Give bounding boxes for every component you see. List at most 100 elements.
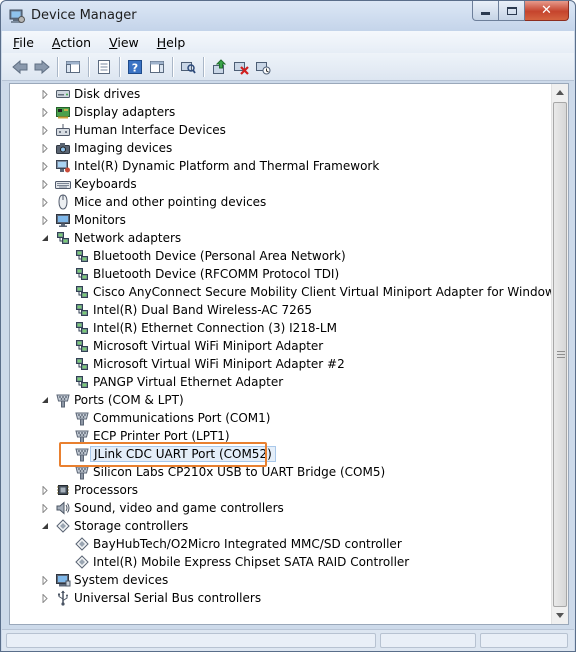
toolbar-separator (88, 56, 89, 77)
tree-category-sound-video-and-game-controllers[interactable]: Sound, video and game controllers (10, 499, 551, 517)
back-button[interactable] (9, 56, 31, 78)
tree-device-jlink-cdc-uart-port-com52[interactable]: JLink CDC UART Port (COM52) (10, 445, 551, 463)
tree-device-intel-r-dual-band-wireless-ac-7265[interactable]: Intel(R) Dual Band Wireless-AC 7265 (10, 301, 551, 319)
status-bar (2, 629, 574, 651)
tree-device-microsoft-virtual-wifi-miniport-adapter[interactable]: Microsoft Virtual WiFi Miniport Adapter (10, 337, 551, 355)
device-tree-panel[interactable]: Disk drives Display adapters Human Interfa… (9, 83, 569, 625)
tree-device-bluetooth-device-personal-area-network[interactable]: Bluetooth Device (Personal Area Network) (10, 247, 551, 265)
expand-arrow-icon[interactable] (40, 593, 50, 603)
processor-icon (55, 482, 71, 498)
scrollbar-thumb[interactable] (553, 102, 567, 607)
close-button[interactable]: ✕ (525, 1, 569, 21)
tree-row-label: Communications Port (COM1) (93, 411, 271, 425)
grip-line (557, 351, 565, 352)
tree-category-keyboards[interactable]: Keyboards (10, 175, 551, 193)
action-pane-icon (150, 60, 164, 73)
minimize-button[interactable] (472, 1, 499, 21)
expand-arrow-icon[interactable] (40, 485, 50, 495)
tree-row-label: Sound, video and game controllers (74, 501, 284, 515)
collapse-arrow-icon[interactable] (40, 395, 50, 405)
network-adapter-icon (74, 284, 90, 300)
tree-category-imaging-devices[interactable]: Imaging devices (10, 139, 551, 157)
expand-arrow-icon[interactable] (40, 143, 50, 153)
tree-category-processors[interactable]: Processors (10, 481, 551, 499)
maximize-button[interactable] (499, 1, 525, 21)
tree-category-storage-controllers[interactable]: Storage controllers (10, 517, 551, 535)
tree-row-label: Disk drives (74, 87, 141, 101)
expand-arrow-icon[interactable] (40, 179, 50, 189)
tree-device-communications-port-com1[interactable]: Communications Port (COM1) (10, 409, 551, 427)
scan-hardware-button[interactable] (177, 56, 199, 78)
tree-row-content: ECP Printer Port (LPT1) (74, 428, 230, 444)
show-hide-console-tree-button[interactable] (62, 56, 84, 78)
properties-icon (98, 59, 110, 74)
tree-device-intel-r-ethernet-connection-3-i218-lm[interactable]: Intel(R) Ethernet Connection (3) I218-LM (10, 319, 551, 337)
disable-device-button[interactable] (252, 56, 274, 78)
update-driver-button[interactable] (208, 56, 230, 78)
tree-category-intel-r-dynamic-platform-and-thermal-framework[interactable]: Intel(R) Dynamic Platform and Thermal Fr… (10, 157, 551, 175)
tree-row-label: BayHubTech/O2Micro Integrated MMC/SD con… (93, 537, 402, 551)
tree-category-network-adapters[interactable]: Network adapters (10, 229, 551, 247)
tree-row-label: JLink CDC UART Port (COM52) (90, 446, 276, 462)
tree-device-ecp-printer-port-lpt1[interactable]: ECP Printer Port (LPT1) (10, 427, 551, 445)
tree-row-label: Monitors (74, 213, 126, 227)
device-manager-app-icon[interactable] (9, 8, 25, 24)
tree-row-content: Intel(R) Dual Band Wireless-AC 7265 (74, 302, 312, 318)
tree-category-universal-serial-bus-controllers[interactable]: Universal Serial Bus controllers (10, 589, 551, 607)
menu-file[interactable]: File (2, 35, 41, 50)
properties-button[interactable] (93, 56, 115, 78)
expand-arrow-icon[interactable] (40, 107, 50, 117)
tree-device-bluetooth-device-rfcomm-protocol-tdi[interactable]: Bluetooth Device (RFCOMM Protocol TDI) (10, 265, 551, 283)
collapse-arrow-icon[interactable] (40, 233, 50, 243)
show-action-pane-button[interactable] (146, 56, 168, 78)
tree-category-display-adapters[interactable]: Display adapters (10, 103, 551, 121)
tree-row-content: Storage controllers (55, 518, 188, 534)
help-button[interactable]: ? (124, 56, 146, 78)
tree-row-label: Intel(R) Dual Band Wireless-AC 7265 (93, 303, 313, 317)
tree-device-pangp-virtual-ethernet-adapter[interactable]: PANGP Virtual Ethernet Adapter (10, 373, 551, 391)
network-adapter-icon (74, 266, 90, 282)
close-icon: ✕ (541, 3, 552, 18)
tree-device-intel-r-mobile-express-chipset-sata-raid-controller[interactable]: Intel(R) Mobile Express Chipset SATA RAI… (10, 553, 551, 571)
expand-arrow-icon[interactable] (40, 125, 50, 135)
usb-icon (55, 590, 71, 606)
menu-view[interactable]: View (98, 35, 146, 50)
menu-action[interactable]: Action (41, 35, 98, 50)
tree-row-label: Mice and other pointing devices (74, 195, 267, 209)
expand-arrow-icon[interactable] (40, 161, 50, 171)
tree-category-ports-com-lpt[interactable]: Ports (COM & LPT) (10, 391, 551, 409)
scroll-up-button[interactable] (552, 84, 568, 101)
scroll-down-button[interactable] (552, 607, 568, 624)
expand-arrow-icon[interactable] (40, 215, 50, 225)
tree-category-human-interface-devices[interactable]: Human Interface Devices (10, 121, 551, 139)
expand-arrow-icon[interactable] (40, 197, 50, 207)
tree-row-label: Intel(R) Ethernet Connection (3) I218-LM (93, 321, 337, 335)
uninstall-button[interactable] (230, 56, 252, 78)
expand-arrow-icon[interactable] (40, 575, 50, 585)
tree-category-mice-and-other-pointing-devices[interactable]: Mice and other pointing devices (10, 193, 551, 211)
system-devices-icon (55, 572, 71, 588)
collapse-arrow-icon[interactable] (40, 521, 50, 531)
tree-device-cisco-anyconnect-secure-mobility-client-virtual-miniport-adapter-for-windows-x64[interactable]: Cisco AnyConnect Secure Mobility Client … (10, 283, 568, 301)
tree-row-content: PANGP Virtual Ethernet Adapter (74, 374, 283, 390)
expand-arrow-icon[interactable] (40, 89, 50, 99)
tree-row-content: System devices (55, 572, 168, 588)
menu-help[interactable]: Help (146, 35, 193, 50)
forward-button[interactable] (31, 56, 53, 78)
caption-buttons: ✕ (472, 1, 569, 21)
device-manager-window: Device Manager ✕ File Action View Help ?… (0, 0, 576, 652)
tree-row-content: Bluetooth Device (RFCOMM Protocol TDI) (74, 266, 339, 282)
port-icon (74, 410, 90, 426)
tree-row-label: ECP Printer Port (LPT1) (93, 429, 230, 443)
title-bar[interactable]: Device Manager ✕ (1, 1, 575, 31)
disk-drive-icon (55, 86, 71, 102)
vertical-scrollbar[interactable] (551, 84, 568, 624)
tree-device-bayhubtech-o2micro-integrated-mmc-sd-controller[interactable]: BayHubTech/O2Micro Integrated MMC/SD con… (10, 535, 551, 553)
tree-category-disk-drives[interactable]: Disk drives (10, 85, 551, 103)
tree-category-system-devices[interactable]: System devices (10, 571, 551, 589)
tree-device-silicon-labs-cp210x-usb-to-uart-bridge-com5[interactable]: Silicon Labs CP210x USB to UART Bridge (… (10, 463, 551, 481)
port-icon (74, 446, 90, 462)
expand-arrow-icon[interactable] (40, 503, 50, 513)
tree-device-microsoft-virtual-wifi-miniport-adapter-2[interactable]: Microsoft Virtual WiFi Miniport Adapter … (10, 355, 551, 373)
tree-category-monitors[interactable]: Monitors (10, 211, 551, 229)
